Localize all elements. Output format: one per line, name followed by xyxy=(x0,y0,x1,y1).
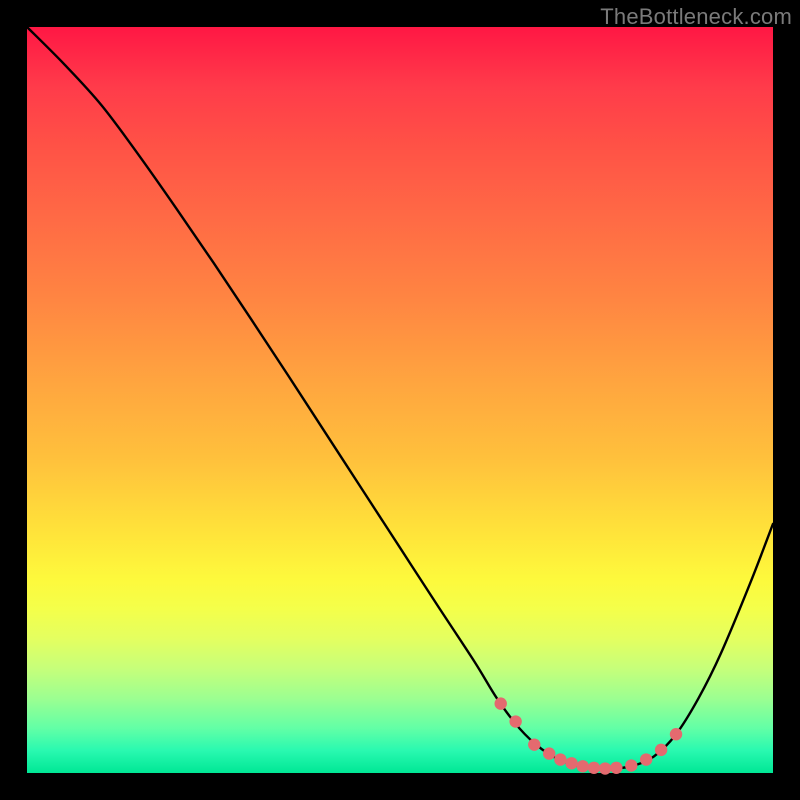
bottleneck-curve xyxy=(27,27,773,769)
marker-dot xyxy=(554,753,566,765)
marker-dot xyxy=(670,728,682,740)
marker-dot xyxy=(509,715,521,727)
marker-dot xyxy=(495,697,507,709)
marker-dot xyxy=(610,762,622,774)
chart-svg xyxy=(27,27,773,773)
marker-dot xyxy=(577,760,589,772)
optimal-range-markers xyxy=(495,697,683,774)
marker-dot xyxy=(565,757,577,769)
plot-area xyxy=(27,27,773,773)
marker-dot xyxy=(588,762,600,774)
marker-dot xyxy=(625,759,637,771)
marker-dot xyxy=(543,747,555,759)
marker-dot xyxy=(599,762,611,774)
marker-dot xyxy=(655,744,667,756)
chart-container: TheBottleneck.com xyxy=(0,0,800,800)
watermark-text: TheBottleneck.com xyxy=(600,4,792,30)
marker-dot xyxy=(528,738,540,750)
marker-dot xyxy=(640,753,652,765)
